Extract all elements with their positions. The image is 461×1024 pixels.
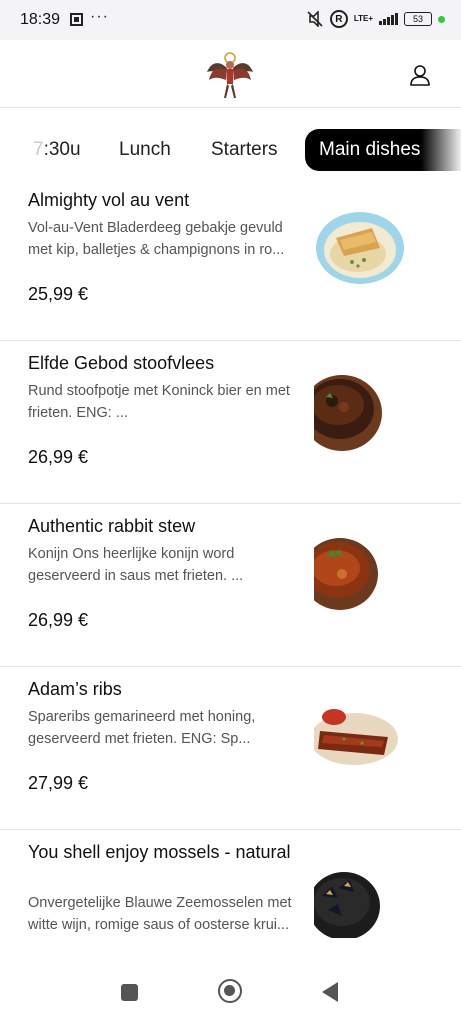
tab-main-dishes[interactable]: Main dishes [305, 129, 461, 171]
rabbit-stew-photo [314, 538, 378, 610]
item-title: You shell enjoy mossels - natural [28, 842, 291, 862]
menu-list: Almighty vol au vent Vol-au-Vent Bladerd… [0, 178, 461, 980]
signal-icon [379, 13, 398, 25]
item-description: Onvergetelijke Blauwe Zeemosselen met wi… [28, 895, 292, 933]
item-description: Rund stoofpotje met Koninck bier en met … [28, 383, 290, 421]
item-price: 27,99 € [28, 773, 89, 793]
status-icons: R LTE+ 53 [306, 10, 445, 28]
more-notifications-icon: ··· [90, 8, 109, 25]
privacy-indicator-icon [438, 15, 445, 23]
mute-vibrate-icon [307, 11, 323, 27]
home-button[interactable] [218, 979, 242, 1003]
mussels-photo [314, 872, 380, 938]
status-time: 18:39 [20, 11, 61, 28]
item-description: Vol-au-Vent Bladerdeeg gebakje gevuld me… [28, 220, 285, 258]
back-button[interactable] [322, 982, 338, 1002]
item-price: 26,99 € [28, 447, 89, 467]
qr-notification-icon [70, 13, 83, 26]
system-nav-bar [0, 966, 461, 1024]
category-tabs[interactable]: 7:30u Lunch Starters Main dishes [0, 126, 461, 174]
angel-logo-icon[interactable] [205, 50, 255, 102]
item-description: Spareribs gemarineerd met honing, geserv… [28, 709, 256, 747]
recents-button[interactable] [121, 984, 138, 1001]
roaming-icon: R [329, 10, 348, 28]
menu-item[interactable]: Authentic rabbit stew Konijn Ons heerlij… [0, 504, 461, 667]
item-price: 26,99 € [28, 610, 89, 630]
status-bar: 18:39 ··· R LTE+ 53 [0, 0, 461, 40]
app-header [0, 40, 461, 108]
item-price: 25,99 € [28, 284, 89, 304]
tab-lunch[interactable]: Lunch [119, 129, 171, 171]
account-button[interactable] [409, 64, 431, 86]
network-type: LTE+ [353, 14, 373, 23]
menu-item[interactable]: You shell enjoy mossels - natural Onverg… [0, 830, 461, 980]
item-title: Elfde Gebod stoofvlees [28, 353, 215, 373]
menu-item[interactable]: Elfde Gebod stoofvlees Rund stoofpotje m… [0, 341, 461, 504]
item-title: Almighty vol au vent [28, 190, 190, 210]
stoofvlees-photo [314, 375, 382, 451]
tab-starters[interactable]: Starters [211, 129, 278, 171]
spareribs-photo [314, 709, 398, 765]
tab-breakfast-time[interactable]: 7:30u [33, 129, 81, 171]
battery-icon: 53 [404, 12, 432, 26]
item-title: Authentic rabbit stew [28, 516, 196, 536]
vol-au-vent-photo [316, 212, 404, 284]
menu-item[interactable]: Almighty vol au vent Vol-au-Vent Bladerd… [0, 178, 461, 341]
item-description: Konijn Ons heerlijke konijn word geserve… [28, 546, 244, 584]
menu-item[interactable]: Adam’s ribs Spareribs gemarineerd met ho… [0, 667, 461, 830]
item-title: Adam’s ribs [28, 679, 122, 699]
